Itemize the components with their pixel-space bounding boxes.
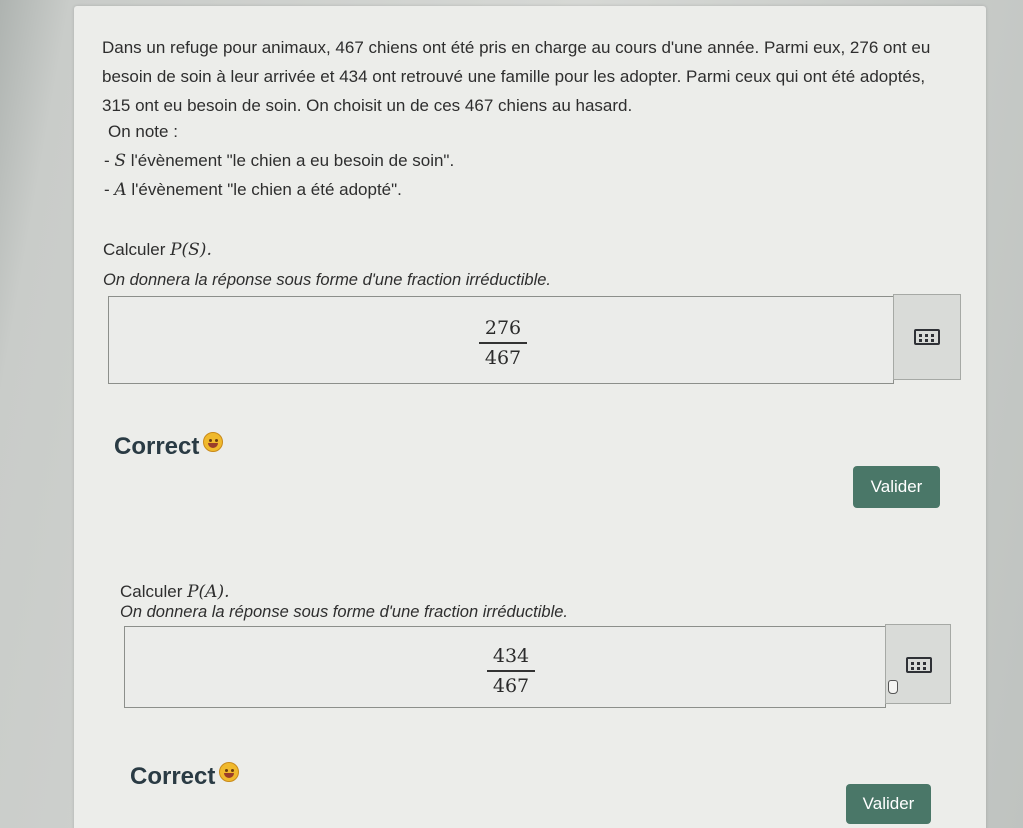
keyboard-icon <box>906 657 932 673</box>
question-1-numerator: 276 <box>484 317 522 339</box>
smiley-icon <box>203 432 224 452</box>
question-2-numerator: 434 <box>492 645 530 667</box>
event-a-symbol: A <box>114 180 127 200</box>
problem-statement: Dans un refuge pour animaux, 467 chiens … <box>102 33 962 120</box>
event-a-text: l'évènement "le chien a été adopté". <box>126 180 402 199</box>
problem-line-3: 315 ont eu besoin de soin. On choisit un… <box>102 96 633 115</box>
event-s-text: l'évènement "le chien a eu besoin de soi… <box>126 151 455 170</box>
question-2-answer-field[interactable]: 434 467 <box>124 626 886 708</box>
question-2-instruction: On donnera la réponse sous forme d'une f… <box>120 603 568 621</box>
problem-line-2: besoin de soin à leur arrivée et 434 ont… <box>102 67 926 86</box>
problem-line-1: Dans un refuge pour animaux, 467 chiens … <box>102 38 931 57</box>
question-1-denominator: 467 <box>484 347 522 369</box>
question-2-feedback-text: Correct <box>130 763 216 790</box>
fraction-bar <box>479 342 527 344</box>
bullet-prefix: - <box>104 180 115 199</box>
event-s-symbol: S <box>114 151 127 171</box>
question-1-fraction: 276 467 <box>473 317 533 369</box>
question-1-answer-field[interactable]: 276 467 <box>108 296 894 384</box>
question-1-feedback: Correct <box>114 432 224 461</box>
event-s-definition: - S l'évènement "le chien a eu besoin de… <box>104 147 454 175</box>
question-2-denominator: 467 <box>492 675 530 697</box>
on-note-label: On note : <box>108 122 178 141</box>
question-2-validate-button[interactable]: Valider <box>846 784 931 824</box>
question-1-formula: P(S). <box>170 240 212 260</box>
smiley-icon <box>219 762 240 782</box>
question-1-keyboard-toggle[interactable] <box>893 294 961 380</box>
question-1-feedback-text: Correct <box>114 433 200 460</box>
bullet-prefix: - <box>104 151 115 170</box>
question-2-feedback: Correct <box>130 762 240 791</box>
question-1-instruction: On donnera la réponse sous forme d'une f… <box>103 271 551 289</box>
fraction-bar <box>487 670 535 672</box>
hand-cursor-icon <box>888 680 898 694</box>
question-1-validate-button[interactable]: Valider <box>853 466 940 508</box>
question-1-prompt-text: Calculer <box>103 240 171 259</box>
event-a-definition: - A l'évènement "le chien a été adopté". <box>104 176 402 204</box>
question-1-prompt: Calculer P(S). <box>103 236 212 264</box>
keyboard-icon <box>914 329 940 345</box>
question-2-fraction: 434 467 <box>481 645 541 697</box>
